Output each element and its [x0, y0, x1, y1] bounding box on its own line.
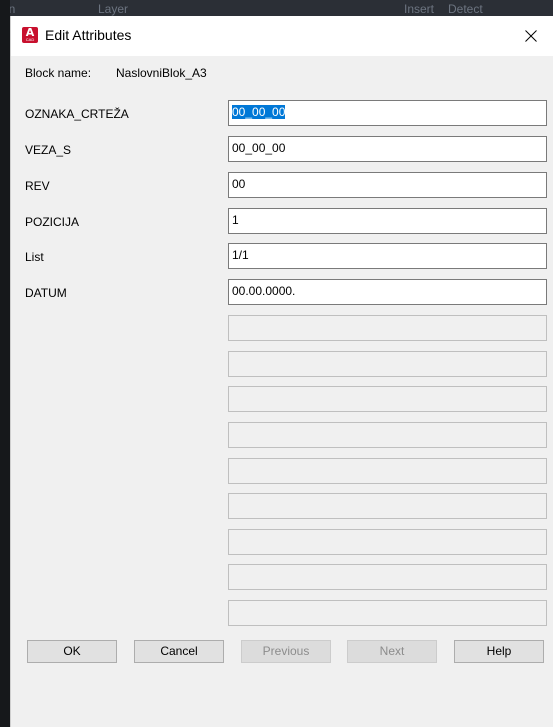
empty-attr-field [228, 315, 547, 341]
autocad-icon: A CAD [22, 26, 38, 43]
background-edge [0, 0, 10, 727]
ribbon-text: Layer [98, 2, 129, 16]
attr-label-rev: REV [25, 179, 50, 193]
cancel-button[interactable]: Cancel [134, 640, 224, 663]
ribbon-text: Detect [448, 2, 483, 16]
attr-field-pozicija[interactable]: 1 [228, 208, 547, 234]
app-icon-sub: CAD [25, 37, 35, 42]
empty-attr-field [228, 600, 547, 626]
dialog-titlebar[interactable]: A CAD Edit Attributes [11, 16, 553, 56]
help-button[interactable]: Help [454, 640, 544, 663]
attr-field-datum[interactable]: 00.00.0000. [228, 279, 547, 305]
previous-button[interactable]: Previous [241, 640, 331, 663]
close-button[interactable] [508, 16, 553, 56]
next-button[interactable]: Next [347, 640, 437, 663]
empty-attr-field [228, 564, 547, 590]
background-ribbon: on Layer Insert Detect [0, 0, 553, 16]
block-name-label: Block name: [25, 66, 92, 80]
empty-attr-field [228, 422, 547, 448]
attr-label-list: List [25, 250, 44, 264]
empty-attr-field [228, 529, 547, 555]
ok-button[interactable]: OK [27, 640, 117, 663]
attr-field-selected-text: 00_00_00 [232, 105, 286, 119]
dialog-title: Edit Attributes [45, 27, 132, 43]
attr-field-oznaka[interactable]: 00_00_00 [228, 100, 547, 126]
attr-label-veza: VEZA_S [25, 143, 72, 157]
attr-field-list[interactable]: 1/1 [228, 243, 547, 269]
ribbon-text: Insert [404, 2, 435, 16]
empty-attr-field [228, 458, 547, 484]
block-name-value: NaslovniBlok_A3 [116, 66, 207, 80]
empty-attr-field [228, 386, 547, 412]
edit-attributes-dialog: A CAD Edit Attributes Block name: Naslov… [10, 16, 553, 727]
attr-label-oznaka: OZNAKA_CRTEŽA [25, 107, 129, 121]
attr-label-datum: DATUM [25, 286, 67, 300]
attr-field-veza[interactable]: 00_00_00 [228, 136, 547, 162]
attr-field-rev[interactable]: 00 [228, 172, 547, 198]
empty-attr-field [228, 351, 547, 377]
empty-attr-field [228, 493, 547, 519]
close-icon [525, 30, 537, 42]
attr-label-pozicija: POZICIJA [25, 215, 80, 229]
